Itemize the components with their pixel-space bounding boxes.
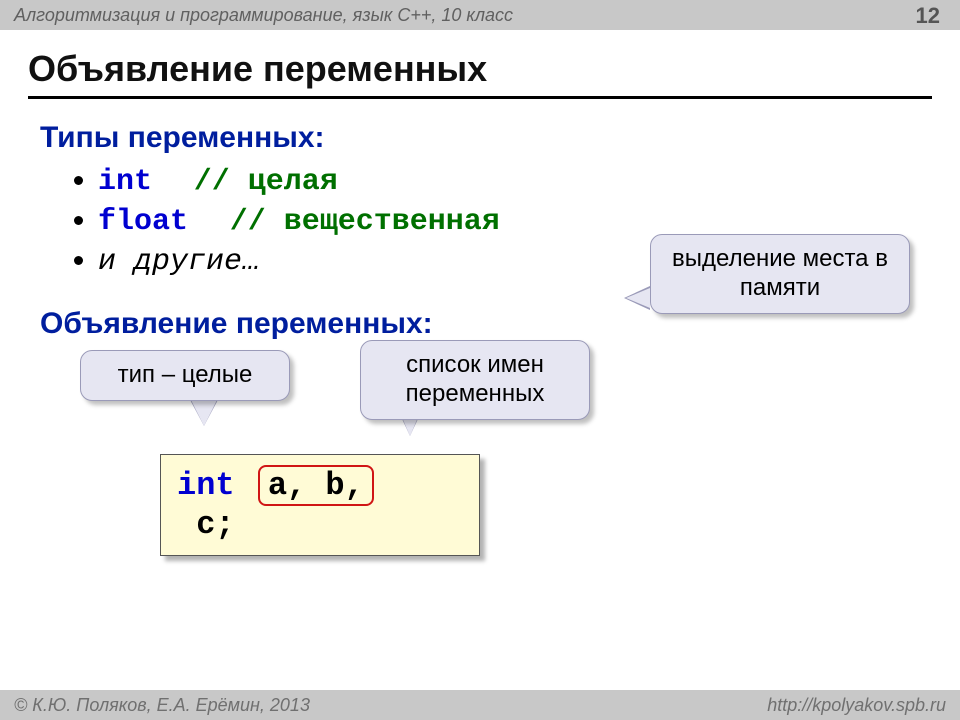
callout-type-tail bbox=[190, 398, 218, 426]
page-title: Объявление переменных bbox=[28, 48, 932, 90]
other-types: и другие… bbox=[98, 245, 260, 279]
callout-type: тип – целые bbox=[80, 350, 290, 401]
content-area: Типы переменных: int // целая float // в… bbox=[0, 99, 960, 361]
code-keyword: int bbox=[177, 467, 235, 504]
page-number: 12 bbox=[916, 3, 940, 29]
callout-memory-tail bbox=[626, 288, 650, 308]
course-title: Алгоритмизация и программирование, язык … bbox=[14, 5, 513, 26]
code-line-1: int a, b, bbox=[177, 465, 463, 506]
code-box: int a, b, c; bbox=[160, 454, 480, 556]
code-vars-highlight: a, b, bbox=[258, 465, 374, 506]
float-comment: // вещественная bbox=[230, 205, 500, 239]
int-keyword: int bbox=[98, 165, 152, 199]
callout-names: список имен переменных bbox=[360, 340, 590, 420]
code-vars: a, b, bbox=[268, 467, 364, 504]
int-comment: // целая bbox=[194, 165, 338, 199]
code-line-2: c; bbox=[177, 506, 463, 543]
float-keyword: float bbox=[98, 205, 188, 239]
slide: Алгоритмизация и программирование, язык … bbox=[0, 0, 960, 720]
type-int-item: int // целая bbox=[98, 163, 920, 199]
authors: © К.Ю. Поляков, Е.А. Ерёмин, 2013 bbox=[14, 695, 310, 716]
url: http://kpolyakov.spb.ru bbox=[767, 695, 946, 716]
callout-memory: выделение места в памяти bbox=[650, 234, 910, 314]
header-bar: Алгоритмизация и программирование, язык … bbox=[0, 0, 960, 30]
footer-bar: © К.Ю. Поляков, Е.А. Ерёмин, 2013 http:/… bbox=[0, 690, 960, 720]
types-heading: Типы переменных: bbox=[40, 121, 920, 155]
code-rest: c; bbox=[196, 506, 234, 543]
